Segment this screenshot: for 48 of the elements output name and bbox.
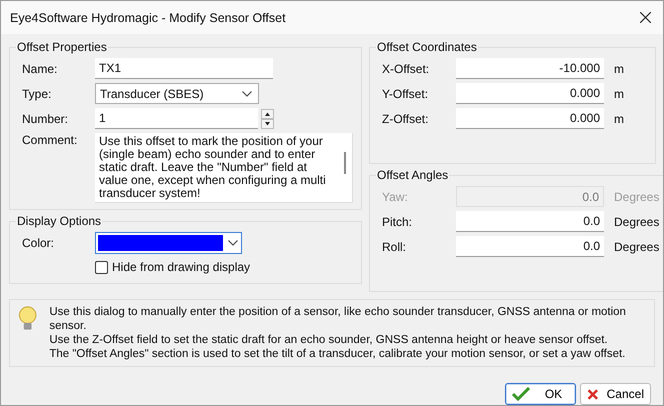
- group-title: Offset Angles: [376, 168, 450, 182]
- checkbox-label: Hide from drawing display: [112, 260, 250, 274]
- name-field[interactable]: TX1: [95, 58, 273, 79]
- number-field[interactable]: 0.000: [456, 83, 604, 104]
- field-label: Z-Offset:: [382, 112, 430, 126]
- window-title: Eye4Software Hydromagic - Modify Sensor Offset: [10, 10, 286, 24]
- group-title: Display Options: [16, 214, 102, 228]
- checkbox[interactable]: [95, 260, 108, 274]
- unit-label: Degrees: [614, 214, 660, 228]
- number-field[interactable]: 1: [95, 108, 258, 129]
- field-label: Pitch:: [382, 214, 414, 228]
- checkmark-icon: [512, 387, 530, 401]
- chevron-icon: [228, 240, 238, 246]
- unit-label: Degrees: [614, 240, 660, 254]
- color-dropdown[interactable]: [95, 232, 242, 254]
- ok-button[interactable]: OK: [505, 383, 576, 405]
- comment-field[interactable]: Use this offset to mark the position of your (single beam) echo sounder and to enter static draft. Leave the "Number" field at value one, except when configuring a multi transducer system!: [95, 133, 353, 203]
- unit-label: m: [614, 112, 624, 126]
- close-icon: [587, 386, 599, 402]
- info-text: The "Offset Angles" section is used to set the tilt of a transducer, calibrate your motion sensor, or set a yaw offset.: [49, 347, 626, 361]
- chevron-icon: [242, 90, 252, 96]
- unit-label: m: [614, 86, 624, 100]
- group-title: Offset Properties: [16, 40, 108, 54]
- field-label: Number:: [22, 112, 70, 126]
- spin-up-icon[interactable]: [261, 108, 274, 118]
- close-icon[interactable]: [640, 12, 651, 23]
- scrollbar-thumb[interactable]: [344, 152, 346, 174]
- info-text: Use this dialog to manually enter the position of a sensor, like echo sounder transducer, GNSS antenna or motion sensor.: [49, 305, 627, 333]
- comment-text: Use this offset to mark the position of your (single beam) echo sounder and to enter static draft. Leave the "Number" field at value one, except when configuring a multi transducer system!: [99, 135, 327, 202]
- field-label: Yaw:: [382, 190, 409, 204]
- field-label: Comment:: [22, 133, 78, 147]
- field-label: Type:: [22, 86, 52, 100]
- field-label: Color:: [22, 236, 56, 250]
- spin-down-icon[interactable]: [261, 118, 274, 128]
- unit-label: Degrees: [614, 190, 660, 204]
- group-title: Offset Coordinates: [376, 40, 478, 54]
- cancel-button[interactable]: Cancel: [580, 383, 651, 405]
- number-field[interactable]: 0.0: [456, 236, 604, 257]
- number-field[interactable]: -10.000: [456, 58, 604, 79]
- field-label: Roll:: [382, 240, 408, 254]
- field-label: X-Offset:: [382, 62, 430, 76]
- unit-label: m: [614, 62, 624, 76]
- info-text: Use the Z-Offset field to set the static draft for an echo sounder, GNSS antenna height or heave sensor offset.: [49, 333, 609, 347]
- field-label: Y-Offset:: [382, 86, 430, 100]
- number-field[interactable]: 0.000: [456, 108, 604, 129]
- field-label: Name:: [22, 62, 58, 76]
- number-field[interactable]: 0.0: [456, 211, 604, 232]
- type-dropdown[interactable]: Transducer (SBES): [95, 83, 259, 104]
